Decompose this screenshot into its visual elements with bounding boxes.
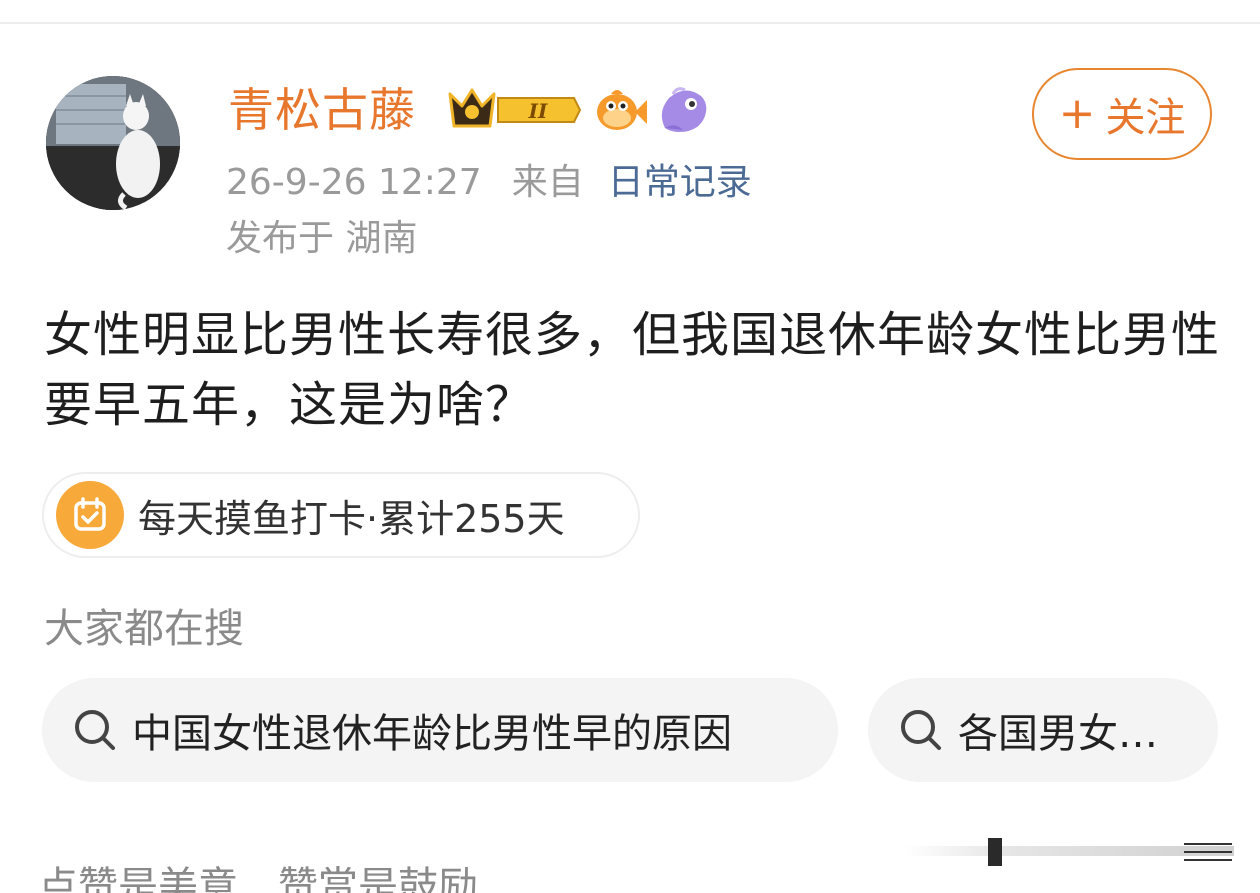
post-text: 女性明显比男性长寿很多，但我国退休年龄女性比男性要早五年，这是为啥？ (44, 307, 1221, 433)
search-section-title: 大家都在搜 (44, 606, 244, 652)
search-chip-label: 各国男女… (958, 711, 1158, 757)
search-icon (901, 710, 941, 750)
post-location: 发布于 湖南 (226, 218, 418, 259)
username[interactable]: 青松古藤 (228, 80, 416, 140)
reward-slider[interactable] (904, 832, 1234, 872)
search-chip[interactable]: 各国男女… (868, 678, 1218, 782)
top-divider (0, 22, 1260, 24)
checkin-label: 每天摸鱼打卡·累计255天 (138, 496, 565, 541)
whale-badge-icon[interactable] (655, 82, 711, 138)
plus-icon: + (1058, 88, 1096, 139)
reward-hint: 点赞是美意 赞赏是鼓励 (38, 862, 478, 893)
calendar-check-icon (56, 481, 124, 549)
fish-badge-icon[interactable] (593, 84, 649, 136)
crown-badge-icon[interactable]: II (446, 84, 582, 136)
post-time: 26-9-26 12:27 (226, 162, 482, 203)
from-label: 来自 (511, 162, 584, 203)
avatar-photo (46, 76, 180, 210)
crown-level: II (528, 99, 548, 123)
checkin-pill[interactable]: 每天摸鱼打卡·累计255天 (42, 472, 640, 558)
follow-label: 关注 (1105, 95, 1186, 141)
post-meta: 26-9-26 12:27 来自 日常记录 (226, 158, 752, 208)
like-text: 点赞是美意 (38, 864, 238, 893)
search-chip-label: 中国女性退休年龄比男性早的原因 (132, 711, 732, 757)
search-chip[interactable]: 中国女性退休年龄比男性早的原因 (42, 678, 838, 782)
reward-text: 赞赏是鼓励 (278, 864, 478, 893)
search-icon (75, 710, 115, 750)
follow-button[interactable]: + 关注 (1032, 68, 1212, 160)
avatar[interactable] (46, 76, 180, 210)
post-source-link[interactable]: 日常记录 (608, 162, 752, 203)
slider-handle (988, 838, 1002, 866)
